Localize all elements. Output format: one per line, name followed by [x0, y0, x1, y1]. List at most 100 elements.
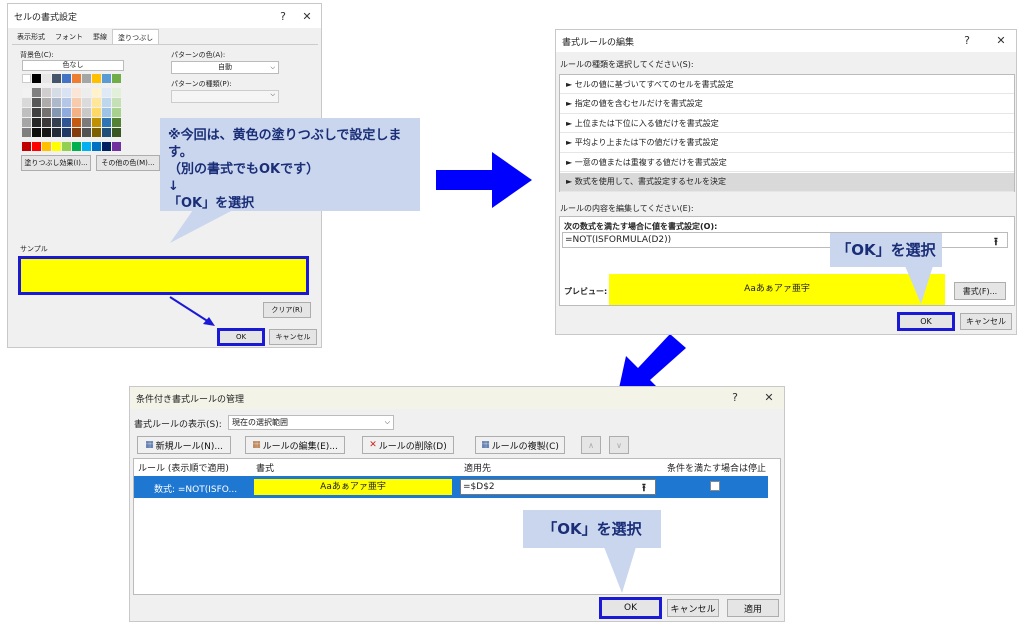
color-swatch[interactable]	[102, 128, 111, 137]
tab-font[interactable]: フォント	[50, 29, 88, 44]
close-icon[interactable]: ✕	[994, 34, 1008, 47]
color-swatch[interactable]	[22, 118, 31, 127]
color-swatch[interactable]	[32, 142, 41, 151]
color-swatch[interactable]	[112, 108, 121, 117]
color-swatch[interactable]	[22, 142, 31, 151]
color-swatch[interactable]	[52, 142, 61, 151]
color-swatch[interactable]	[62, 88, 71, 97]
color-swatch[interactable]	[72, 142, 81, 151]
color-swatch[interactable]	[82, 98, 91, 107]
color-swatch[interactable]	[62, 128, 71, 137]
close-icon[interactable]: ✕	[762, 391, 776, 404]
help-button[interactable]: ?	[276, 10, 290, 23]
color-swatch[interactable]	[82, 74, 91, 83]
color-swatch[interactable]	[52, 118, 61, 127]
color-swatch[interactable]	[22, 128, 31, 137]
color-swatch[interactable]	[22, 88, 31, 97]
no-color-button[interactable]: 色なし	[22, 60, 124, 71]
color-swatch[interactable]	[42, 118, 51, 127]
more-colors-button[interactable]: その他の色(M)...	[96, 155, 160, 171]
move-up-button[interactable]: ∧	[581, 436, 601, 454]
pattern-color-select[interactable]: 自動 ⌵	[171, 61, 279, 74]
color-swatch[interactable]	[72, 74, 81, 83]
show-rules-select[interactable]: 現在の選択範囲 ⌵	[228, 415, 394, 430]
pattern-type-select[interactable]: ⌵	[171, 90, 279, 103]
color-swatch[interactable]	[42, 88, 51, 97]
color-swatch[interactable]	[62, 74, 71, 83]
ok-button[interactable]: OK	[599, 597, 662, 619]
help-button[interactable]: ?	[728, 391, 742, 404]
fill-effects-button[interactable]: 塗りつぶし効果(I)...	[21, 155, 91, 171]
color-swatch[interactable]	[62, 108, 71, 117]
color-swatch[interactable]	[52, 98, 61, 107]
color-swatch[interactable]	[82, 128, 91, 137]
color-swatch[interactable]	[102, 88, 111, 97]
color-swatch[interactable]	[112, 74, 121, 83]
color-swatch[interactable]	[102, 118, 111, 127]
duplicate-rule-button[interactable]: ▦ ルールの複製(C)	[475, 436, 565, 454]
tab-number[interactable]: 表示形式	[12, 29, 50, 44]
apply-button[interactable]: 適用	[727, 599, 779, 617]
new-rule-button[interactable]: ▦ 新規ルール(N)...	[137, 436, 231, 454]
color-swatch[interactable]	[22, 98, 31, 107]
color-swatch[interactable]	[62, 118, 71, 127]
applies-to-input[interactable]: =$D$2	[460, 479, 656, 495]
collapse-dialog-icon[interactable]: ⭱	[642, 479, 646, 498]
format-button[interactable]: 書式(F)...	[954, 282, 1006, 300]
tab-border[interactable]: 罫線	[88, 29, 112, 44]
color-swatch[interactable]	[112, 98, 121, 107]
color-swatch[interactable]	[52, 128, 61, 137]
color-swatch[interactable]	[52, 74, 61, 83]
color-swatch[interactable]	[42, 128, 51, 137]
ok-button[interactable]: OK	[217, 328, 265, 346]
color-swatch[interactable]	[72, 98, 81, 107]
color-swatch[interactable]	[32, 74, 41, 83]
color-swatch[interactable]	[82, 142, 91, 151]
rule-type-item[interactable]: ► 指定の値を含むセルだけを書式設定	[560, 94, 1014, 114]
color-swatch[interactable]	[72, 88, 81, 97]
color-swatch[interactable]	[22, 108, 31, 117]
color-swatch[interactable]	[72, 118, 81, 127]
color-swatch[interactable]	[92, 74, 101, 83]
color-swatch[interactable]	[82, 108, 91, 117]
delete-rule-button[interactable]: ✕ ルールの削除(D)	[362, 436, 454, 454]
cancel-button[interactable]: キャンセル	[667, 599, 719, 617]
color-swatch[interactable]	[92, 108, 101, 117]
collapse-dialog-icon[interactable]: ⭱	[994, 233, 998, 252]
color-swatch[interactable]	[72, 128, 81, 137]
clear-button[interactable]: クリア(R)	[263, 302, 311, 318]
color-swatch[interactable]	[42, 98, 51, 107]
color-swatch[interactable]	[32, 108, 41, 117]
rule-type-item[interactable]: ► 平均より上または下の値だけを書式設定	[560, 133, 1014, 153]
rule-type-item[interactable]: ► セルの値に基づいてすべてのセルを書式設定	[560, 75, 1014, 94]
stop-if-true-checkbox[interactable]	[710, 481, 720, 491]
rule-type-item[interactable]: ► 数式を使用して、書式設定するセルを決定	[560, 172, 1014, 192]
color-swatch[interactable]	[92, 128, 101, 137]
color-swatch[interactable]	[112, 88, 121, 97]
color-swatch[interactable]	[22, 74, 31, 83]
color-swatch[interactable]	[32, 128, 41, 137]
rule-type-item[interactable]: ► 上位または下位に入る値だけを書式設定	[560, 114, 1014, 133]
color-swatch[interactable]	[102, 108, 111, 117]
color-swatch[interactable]	[112, 142, 121, 151]
color-swatch[interactable]	[32, 88, 41, 97]
move-down-button[interactable]: ∨	[609, 436, 629, 454]
color-swatch[interactable]	[92, 88, 101, 97]
help-button[interactable]: ?	[960, 34, 974, 47]
color-swatch[interactable]	[112, 128, 121, 137]
color-swatch[interactable]	[82, 88, 91, 97]
color-swatch[interactable]	[102, 98, 111, 107]
ok-button[interactable]: OK	[897, 312, 955, 331]
color-swatch[interactable]	[92, 118, 101, 127]
color-swatch[interactable]	[62, 98, 71, 107]
color-swatch[interactable]	[52, 88, 61, 97]
color-swatch[interactable]	[32, 118, 41, 127]
tab-fill[interactable]: 塗りつぶし	[112, 29, 160, 44]
color-swatch[interactable]	[102, 142, 111, 151]
color-swatch[interactable]	[42, 74, 51, 83]
color-swatch[interactable]	[82, 118, 91, 127]
color-swatch[interactable]	[92, 142, 101, 151]
color-swatch[interactable]	[52, 108, 61, 117]
color-swatch[interactable]	[62, 142, 71, 151]
color-swatch[interactable]	[32, 98, 41, 107]
